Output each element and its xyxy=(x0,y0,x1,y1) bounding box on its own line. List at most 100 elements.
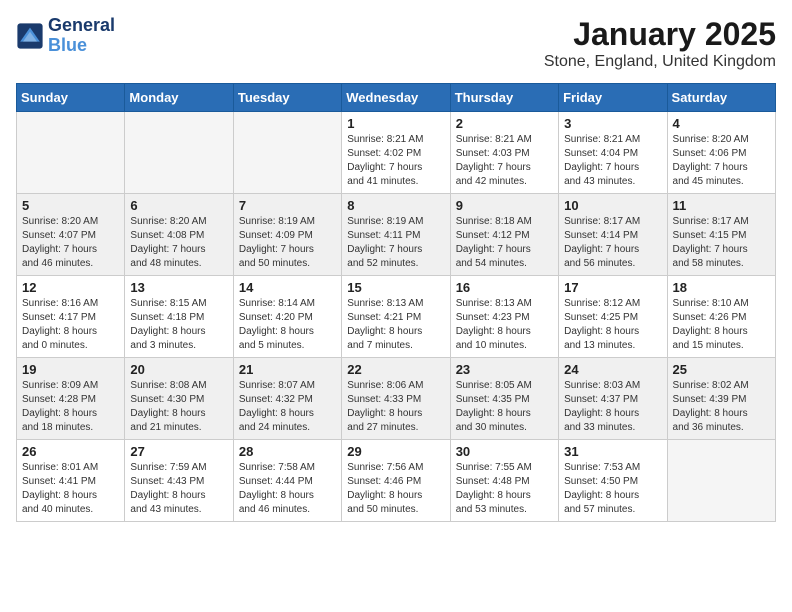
day-info: Sunrise: 8:07 AM Sunset: 4:32 PM Dayligh… xyxy=(239,379,336,435)
day-info: Sunrise: 8:20 AM Sunset: 4:06 PM Dayligh… xyxy=(673,133,770,189)
day-info: Sunrise: 8:19 AM Sunset: 4:11 PM Dayligh… xyxy=(347,215,444,271)
calendar-cell xyxy=(17,112,125,194)
day-number: 3 xyxy=(564,116,661,131)
calendar-cell: 28Sunrise: 7:58 AM Sunset: 4:44 PM Dayli… xyxy=(233,440,341,522)
weekday-header-saturday: Saturday xyxy=(667,84,775,112)
day-info: Sunrise: 8:12 AM Sunset: 4:25 PM Dayligh… xyxy=(564,297,661,353)
day-number: 1 xyxy=(347,116,444,131)
calendar-cell: 27 Sunrise: 7:59 AM Sunset: 4:43 PM Dayli… xyxy=(125,440,233,522)
day-info: Sunrise: 8:02 AM Sunset: 4:39 PM Dayligh… xyxy=(673,379,770,435)
logo-text: General Blue xyxy=(48,16,115,56)
weekday-header-wednesday: Wednesday xyxy=(342,84,450,112)
calendar-cell: 19 Sunrise: 8:09 AM Sunset: 4:28 PM Dayli… xyxy=(17,358,125,440)
page-header: General Blue January 2025 Stone, England… xyxy=(16,16,776,71)
logo-icon xyxy=(16,22,44,50)
day-info: Sunrise: 8:18 AM Sunset: 4:12 PM Dayligh… xyxy=(456,215,553,271)
day-number: 6 xyxy=(130,198,227,213)
calendar-cell: 25 Sunrise: 8:02 AM Sunset: 4:39 PM Dayli… xyxy=(667,358,775,440)
day-info: Sunrise: 8:16 AM Sunset: 4:17 PM Dayligh… xyxy=(22,297,119,353)
calendar-cell: 11 Sunrise: 8:17 AM Sunset: 4:15 PM Dayli… xyxy=(667,194,775,276)
day-info: Sunrise: 8:08 AM Sunset: 4:30 PM Dayligh… xyxy=(130,379,227,435)
day-number: 26 xyxy=(22,444,119,459)
day-number: 25 xyxy=(673,362,770,377)
calendar-cell: 6 Sunrise: 8:20 AM Sunset: 4:08 PM Daylig… xyxy=(125,194,233,276)
day-number: 11 xyxy=(673,198,770,213)
day-info: Sunrise: 7:56 AM Sunset: 4:46 PM Dayligh… xyxy=(347,461,444,517)
day-number: 21 xyxy=(239,362,336,377)
week-row-2: 5Sunrise: 8:20 AM Sunset: 4:07 PM Daylig… xyxy=(17,194,776,276)
calendar-cell: 23Sunrise: 8:05 AM Sunset: 4:35 PM Dayli… xyxy=(450,358,558,440)
calendar-cell xyxy=(125,112,233,194)
day-number: 23 xyxy=(456,362,553,377)
logo: General Blue xyxy=(16,16,115,56)
day-number: 27 xyxy=(130,444,227,459)
day-number: 12 xyxy=(22,280,119,295)
weekday-header-tuesday: Tuesday xyxy=(233,84,341,112)
calendar-cell: 8 Sunrise: 8:19 AM Sunset: 4:11 PM Daylig… xyxy=(342,194,450,276)
calendar-cell: 15 Sunrise: 8:13 AM Sunset: 4:21 PM Dayli… xyxy=(342,276,450,358)
day-number: 19 xyxy=(22,362,119,377)
calendar-cell xyxy=(233,112,341,194)
day-number: 10 xyxy=(564,198,661,213)
day-info: Sunrise: 7:53 AM Sunset: 4:50 PM Dayligh… xyxy=(564,461,661,517)
week-row-5: 26 Sunrise: 8:01 AM Sunset: 4:41 PM Dayli… xyxy=(17,440,776,522)
day-info: Sunrise: 8:19 AM Sunset: 4:09 PM Dayligh… xyxy=(239,215,336,271)
day-info: Sunrise: 8:06 AM Sunset: 4:33 PM Dayligh… xyxy=(347,379,444,435)
weekday-header-monday: Monday xyxy=(125,84,233,112)
day-info: Sunrise: 8:20 AM Sunset: 4:08 PM Dayligh… xyxy=(130,215,227,271)
calendar-cell xyxy=(667,440,775,522)
day-info: Sunrise: 7:59 AM Sunset: 4:43 PM Dayligh… xyxy=(130,461,227,517)
day-number: 31 xyxy=(564,444,661,459)
day-info: Sunrise: 7:55 AM Sunset: 4:48 PM Dayligh… xyxy=(456,461,553,517)
day-number: 15 xyxy=(347,280,444,295)
calendar-cell: 3 Sunrise: 8:21 AM Sunset: 4:04 PM Daylig… xyxy=(559,112,667,194)
day-number: 8 xyxy=(347,198,444,213)
day-info: Sunrise: 8:17 AM Sunset: 4:15 PM Dayligh… xyxy=(673,215,770,271)
weekday-header-friday: Friday xyxy=(559,84,667,112)
calendar-cell: 9 Sunrise: 8:18 AM Sunset: 4:12 PM Daylig… xyxy=(450,194,558,276)
day-info: Sunrise: 8:14 AM Sunset: 4:20 PM Dayligh… xyxy=(239,297,336,353)
day-info: Sunrise: 8:03 AM Sunset: 4:37 PM Dayligh… xyxy=(564,379,661,435)
calendar-cell: 24 Sunrise: 8:03 AM Sunset: 4:37 PM Dayli… xyxy=(559,358,667,440)
day-info: Sunrise: 7:58 AM Sunset: 4:44 PM Dayligh… xyxy=(239,461,336,517)
day-number: 20 xyxy=(130,362,227,377)
calendar-cell: 18 Sunrise: 8:10 AM Sunset: 4:26 PM Dayli… xyxy=(667,276,775,358)
calendar-subtitle: Stone, England, United Kingdom xyxy=(544,53,776,71)
calendar-cell: 4 Sunrise: 8:20 AM Sunset: 4:06 PM Daylig… xyxy=(667,112,775,194)
day-number: 24 xyxy=(564,362,661,377)
calendar-cell: 31 Sunrise: 7:53 AM Sunset: 4:50 PM Dayli… xyxy=(559,440,667,522)
day-info: Sunrise: 8:20 AM Sunset: 4:07 PM Dayligh… xyxy=(22,215,119,271)
day-info: Sunrise: 8:09 AM Sunset: 4:28 PM Dayligh… xyxy=(22,379,119,435)
day-number: 4 xyxy=(673,116,770,131)
weekday-header-row: SundayMondayTuesdayWednesdayThursdayFrid… xyxy=(17,84,776,112)
day-info: Sunrise: 8:01 AM Sunset: 4:41 PM Dayligh… xyxy=(22,461,119,517)
day-info: Sunrise: 8:13 AM Sunset: 4:21 PM Dayligh… xyxy=(347,297,444,353)
calendar-cell: 20 Sunrise: 8:08 AM Sunset: 4:30 PM Dayli… xyxy=(125,358,233,440)
calendar-cell: 7 Sunrise: 8:19 AM Sunset: 4:09 PM Daylig… xyxy=(233,194,341,276)
day-info: Sunrise: 8:21 AM Sunset: 4:03 PM Dayligh… xyxy=(456,133,553,189)
day-number: 13 xyxy=(130,280,227,295)
day-info: Sunrise: 8:10 AM Sunset: 4:26 PM Dayligh… xyxy=(673,297,770,353)
weekday-header-sunday: Sunday xyxy=(17,84,125,112)
calendar-cell: 26 Sunrise: 8:01 AM Sunset: 4:41 PM Dayli… xyxy=(17,440,125,522)
calendar-cell: 2 Sunrise: 8:21 AM Sunset: 4:03 PM Daylig… xyxy=(450,112,558,194)
day-number: 2 xyxy=(456,116,553,131)
day-number: 22 xyxy=(347,362,444,377)
day-number: 17 xyxy=(564,280,661,295)
calendar-cell: 1Sunrise: 8:21 AM Sunset: 4:02 PM Daylig… xyxy=(342,112,450,194)
day-number: 18 xyxy=(673,280,770,295)
day-info: Sunrise: 8:21 AM Sunset: 4:04 PM Dayligh… xyxy=(564,133,661,189)
day-number: 7 xyxy=(239,198,336,213)
day-number: 16 xyxy=(456,280,553,295)
calendar-cell: 29Sunrise: 7:56 AM Sunset: 4:46 PM Dayli… xyxy=(342,440,450,522)
calendar-cell: 13Sunrise: 8:15 AM Sunset: 4:18 PM Dayli… xyxy=(125,276,233,358)
calendar-cell: 5Sunrise: 8:20 AM Sunset: 4:07 PM Daylig… xyxy=(17,194,125,276)
calendar-cell: 21 Sunrise: 8:07 AM Sunset: 4:32 PM Dayli… xyxy=(233,358,341,440)
week-row-1: 1Sunrise: 8:21 AM Sunset: 4:02 PM Daylig… xyxy=(17,112,776,194)
day-number: 30 xyxy=(456,444,553,459)
day-number: 9 xyxy=(456,198,553,213)
week-row-4: 19 Sunrise: 8:09 AM Sunset: 4:28 PM Dayli… xyxy=(17,358,776,440)
day-info: Sunrise: 8:13 AM Sunset: 4:23 PM Dayligh… xyxy=(456,297,553,353)
weekday-header-thursday: Thursday xyxy=(450,84,558,112)
calendar-cell: 30 Sunrise: 7:55 AM Sunset: 4:48 PM Dayli… xyxy=(450,440,558,522)
